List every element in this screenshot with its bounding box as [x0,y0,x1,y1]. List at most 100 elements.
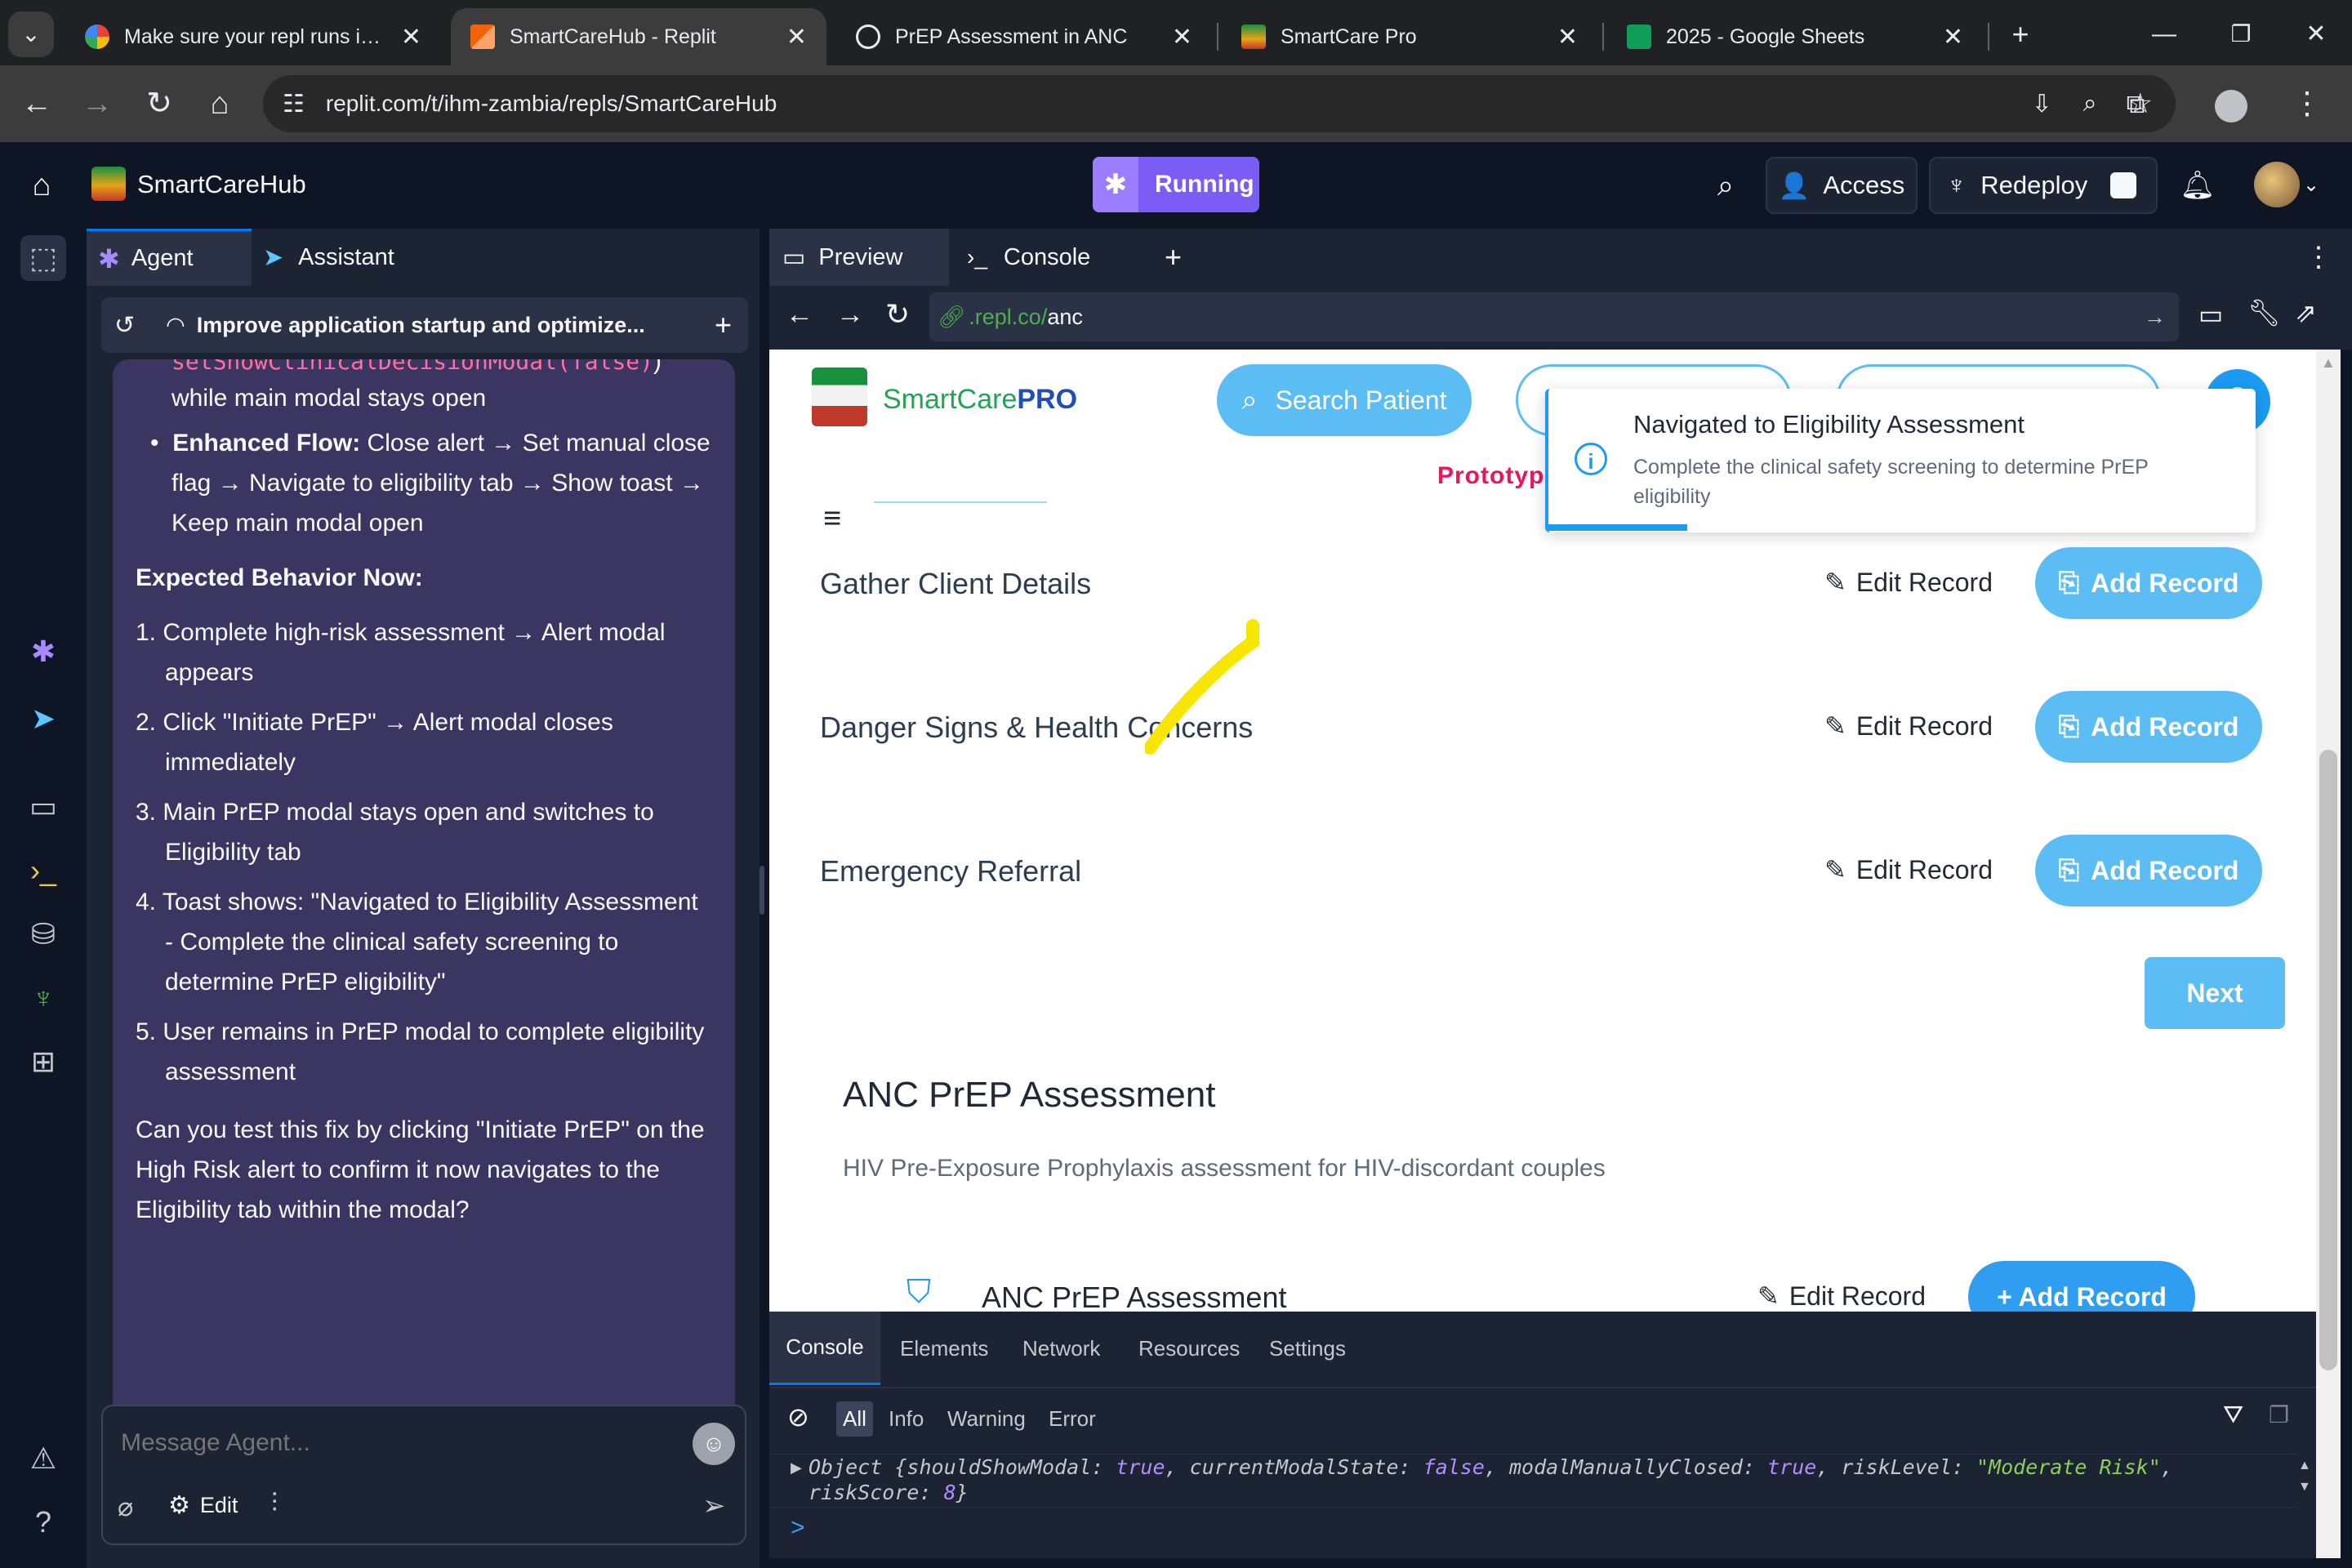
deployments-icon[interactable]: ♆ [20,975,66,1021]
new-tab-button[interactable]: + [1998,11,2043,57]
alerts-icon[interactable]: ⚠ [20,1436,66,1481]
close-icon[interactable]: ✕ [1557,23,1578,51]
database-icon[interactable]: ⛁ [20,911,66,957]
profile-avatar[interactable] [2215,90,2247,122]
search-patient-button[interactable]: ⌕ Search Patient [1217,364,1472,436]
scroll-up-arrow[interactable]: ▲ [2321,354,2336,372]
clear-console-icon[interactable]: ⊘ [787,1401,809,1432]
panel-resize-handle[interactable] [760,866,764,915]
site-info-icon[interactable]: ☷ [283,90,305,118]
search-icon[interactable]: ⌕ [1707,167,1744,204]
browser-menu-icon[interactable]: ⋮ [2283,80,2331,127]
notification-bell-icon[interactable]: 🔔︎ [2179,167,2216,204]
deploy-options-icon[interactable] [2110,172,2137,198]
back-icon[interactable]: ← [786,299,813,331]
tab-search-button[interactable]: ⌄ [8,11,54,57]
devtools-tab-network[interactable]: Network [1022,1312,1100,1385]
help-icon[interactable]: ? [20,1499,66,1545]
home-icon[interactable]: ⌂ [23,167,60,204]
install-app-icon[interactable]: ⇩ [2032,90,2052,118]
edit-record-button[interactable]: ✎ Edit Record [1824,854,1993,885]
close-window-icon[interactable]: ✕ [2292,11,2341,57]
access-button[interactable]: 👤 Access [1766,157,1918,214]
redeploy-button[interactable]: ♆ Redeploy [1929,157,2158,214]
add-record-button[interactable]: ⎘ Add Record [2035,835,2262,906]
add-record-button[interactable]: + Add Record [1968,1261,2195,1312]
attach-icon[interactable]: ⌀ [118,1491,133,1522]
console-rail-icon[interactable]: ›_ [20,848,66,893]
run-button[interactable]: ✱ Running [1093,157,1259,212]
add-tab-icon[interactable]: + [1165,229,1182,286]
minimize-icon[interactable]: — [2140,11,2189,57]
workspace-toggle-icon[interactable]: ⬚ [20,235,66,281]
expand-triangle-icon[interactable]: ▶ [791,1459,802,1477]
device-icon[interactable]: ▭ [2198,299,2223,330]
filter-all[interactable]: All [836,1401,873,1437]
more-options-icon[interactable]: ⋮ [2305,229,2332,286]
all-tools-icon[interactable]: ⊞ [20,1039,66,1085]
message-input[interactable] [119,1421,645,1465]
tab-assistant[interactable]: ➤ Assistant [263,229,443,286]
scroll-thumb[interactable] [2319,750,2337,1370]
address-bar[interactable]: ☷ replit.com/t/ihm-zambia/repls/SmartCar… [263,75,2176,132]
repl-name[interactable]: SmartCareHub [137,170,306,199]
filter-error[interactable]: Error [1049,1406,1096,1432]
tab-console[interactable]: ›_ Console [967,229,1130,286]
filter-icon[interactable]: ⛛ [2223,1401,2243,1429]
console-scroll-arrows[interactable]: ▲ ▼ [2298,1455,2311,1498]
assistant-rail-icon[interactable]: ➤ [20,696,66,742]
browser-tab-replit[interactable]: SmartCareHub - Replit ✕ [451,8,826,65]
zoom-icon[interactable]: ⌕ [2083,90,2097,118]
user-avatar[interactable] [2254,162,2300,207]
preview-address[interactable]: 🔗︎ .repl.co/ anc → [929,292,2179,341]
devtools-tab-resources[interactable]: Resources [1138,1312,1240,1385]
history-icon[interactable]: ↺ [114,311,135,340]
agent-rail-icon[interactable]: ✱ [20,629,66,675]
close-icon[interactable]: ✕ [1172,23,1192,51]
add-record-button[interactable]: ⎘ Add Record [2035,691,2262,763]
back-icon[interactable]: ← [13,80,60,127]
browser-tab-chatgpt[interactable]: PrEP Assessment in ANC ✕ [836,8,1212,65]
open-url-icon[interactable]: → [2144,305,2166,330]
copy-icon[interactable]: ❐ [2269,1401,2289,1428]
devtools-tab-console[interactable]: Console [769,1312,880,1385]
close-icon[interactable]: ✕ [401,23,421,51]
reload-icon[interactable]: ↻ [885,297,910,332]
console-prompt[interactable]: > [791,1514,805,1542]
extensions-icon[interactable]: ⧉ [2112,80,2159,127]
devtools-wrench-icon[interactable]: 🔧︎ [2247,297,2281,328]
edit-mode-button[interactable]: ⚙ Edit [168,1491,238,1520]
robot-icon[interactable]: ☺ [693,1423,735,1465]
add-record-button[interactable]: ⎘ Add Record [2035,547,2262,619]
close-icon[interactable]: ✕ [786,23,807,51]
edit-record-button[interactable]: ✎ Edit Record [1824,567,1993,598]
tab-agent[interactable]: ✱ Agent [87,229,252,286]
toast-notification[interactable]: i Navigated to Eligibility Assessment Co… [1545,389,2256,532]
tab-preview[interactable]: ▭ Preview [769,229,949,286]
filter-info[interactable]: Info [889,1406,924,1432]
new-thread-icon[interactable]: + [715,308,732,342]
filter-warning[interactable]: Warning [947,1406,1026,1432]
forward-icon[interactable]: → [74,80,121,127]
devtools-tab-elements[interactable]: Elements [900,1312,988,1385]
edit-record-button[interactable]: ✎ Edit Record [1824,710,1993,742]
preview-rail-icon[interactable]: ▭ [20,784,66,830]
send-icon[interactable]: ➢ [702,1490,726,1522]
edit-record-button[interactable]: ✎ Edit Record [1757,1281,1926,1312]
restore-icon[interactable]: ❐ [2216,11,2265,57]
console-log-entry[interactable]: ▶ Object {shouldShowModal: true, current… [769,1454,2296,1508]
close-icon[interactable]: ✕ [1943,23,1963,51]
forward-icon[interactable]: → [836,299,864,331]
chevron-down-icon[interactable]: ⌄ [2303,173,2319,197]
sliders-icon[interactable]: ⫶ [271,1488,278,1519]
browser-tab-sheets[interactable]: 2025 - Google Sheets ✕ [1607,8,1983,65]
preview-scrollbar[interactable]: ▲ [2316,350,2341,1558]
devtools-tab-settings[interactable]: Settings [1269,1312,1346,1385]
open-new-window-icon[interactable]: ⇗ [2295,297,2317,328]
reload-icon[interactable]: ↻ [136,80,183,127]
browser-tab-google[interactable]: Make sure your repl runs in the ✕ [65,8,441,65]
menu-icon[interactable]: ≡ [823,501,841,537]
browser-tab-smartcare[interactable]: SmartCare Pro ✕ [1222,8,1597,65]
next-button[interactable]: Next [2145,957,2285,1029]
home-icon[interactable]: ⌂ [196,80,243,127]
